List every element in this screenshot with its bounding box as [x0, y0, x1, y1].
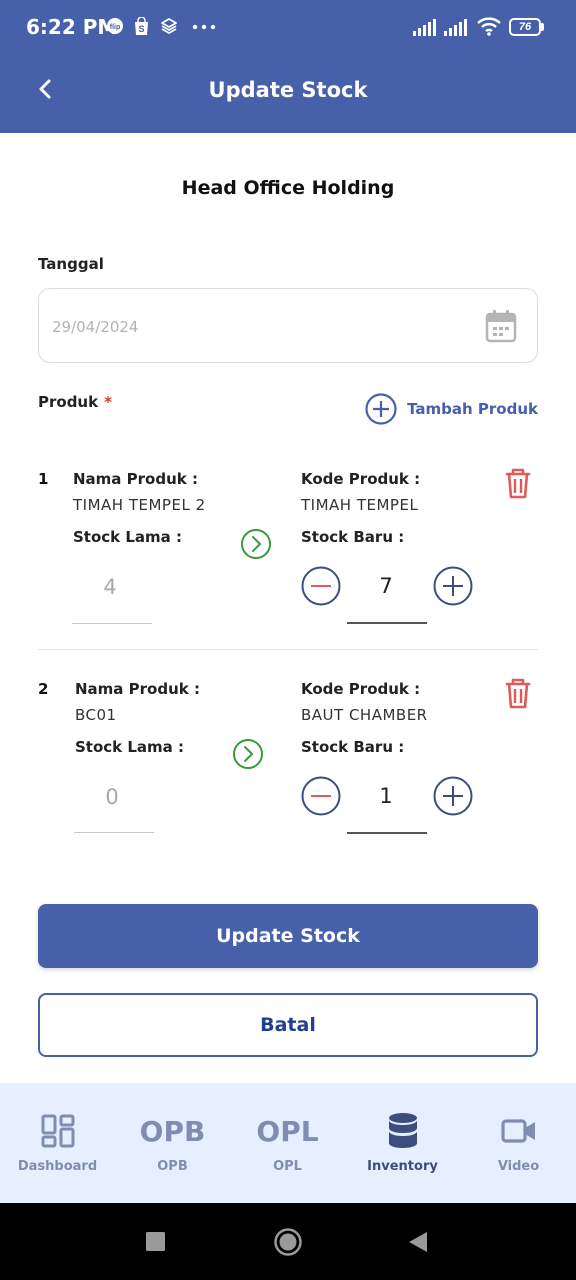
video-icon [500, 1119, 535, 1143]
nav-inventory-icon-wrap [345, 1111, 460, 1151]
name-label: Nama Produk : [75, 680, 200, 698]
nav-label: OPB [157, 1159, 188, 1174]
flip-app-icon: flip [107, 18, 123, 34]
battery-icon: 76 [509, 18, 541, 36]
nav-video[interactable]: Video [461, 1083, 576, 1203]
signal-icon [413, 19, 436, 36]
product-code: TIMAH TEMPEL [301, 496, 419, 514]
increment-button[interactable] [433, 776, 473, 816]
home-icon[interactable] [273, 1227, 303, 1257]
old-stock-label: Stock Lama : [73, 528, 183, 546]
increment-button[interactable] [433, 566, 473, 606]
nav-label: Video [497, 1159, 540, 1174]
old-stock-label: Stock Lama : [75, 738, 185, 756]
product-label: Produk * [38, 393, 112, 411]
company-name: Head Office Holding [181, 177, 395, 199]
old-stock-underline [72, 623, 152, 624]
nav-opb-icon-wrap: OPB [115, 1111, 230, 1151]
wifi-icon [477, 17, 501, 36]
chevron-right-circle-icon [233, 739, 263, 769]
more-dots-icon [192, 24, 216, 30]
item-number: 2 [38, 680, 49, 698]
status-time: 6:22 PM [26, 15, 118, 39]
nav-opb[interactable]: OPB OPB [115, 1083, 230, 1203]
new-stock-label: Stock Baru : [301, 528, 405, 546]
nav-label: Inventory [367, 1159, 438, 1174]
required-mark: * [104, 393, 112, 411]
nav-dashboard[interactable]: Dashboard [0, 1083, 115, 1203]
grid-icon [41, 1114, 74, 1148]
plus-circle-icon [365, 393, 397, 425]
product-item: 2 Nama Produk : BC01 Stock Lama : 0 Kode… [0, 675, 576, 875]
back-triangle-icon[interactable] [408, 1231, 428, 1253]
nav-dashboard-icon-wrap [0, 1111, 115, 1151]
item-divider [38, 649, 538, 650]
decrement-button[interactable] [301, 776, 341, 816]
old-stock-value: 4 [103, 575, 117, 599]
item-number: 1 [38, 470, 49, 488]
battery-tip [541, 23, 544, 31]
date-label: Tanggal [38, 255, 104, 273]
nav-opl-icon-wrap: OPL [230, 1111, 345, 1151]
new-stock-value[interactable]: 1 [346, 784, 426, 808]
nav-opl[interactable]: OPL OPL [230, 1083, 345, 1203]
product-name: BC01 [75, 706, 117, 724]
new-stock-underline [347, 832, 427, 834]
svg-text:S: S [138, 24, 144, 34]
trash-icon[interactable] [500, 675, 536, 711]
layers-icon [161, 18, 177, 34]
opb-icon: OPB [139, 1114, 206, 1148]
signal-2-icon [444, 19, 467, 36]
new-stock-label: Stock Baru : [301, 738, 405, 756]
recent-apps-icon[interactable] [146, 1232, 165, 1251]
trash-icon[interactable] [500, 465, 536, 501]
date-value: 29/04/2024 [52, 318, 139, 336]
opl-icon: OPL [256, 1114, 319, 1148]
decrement-button[interactable] [301, 566, 341, 606]
name-label: Nama Produk : [73, 470, 198, 488]
old-stock-underline [74, 832, 154, 833]
page-title: Update Stock [208, 78, 368, 102]
add-product-label: Tambah Produk [407, 400, 538, 418]
product-item: 1 Nama Produk : TIMAH TEMPEL 2 Stock Lam… [0, 465, 576, 665]
status-bar: 6:22 PM flip S 76 [0, 0, 576, 56]
calendar-icon[interactable] [485, 309, 517, 343]
nav-label: OPL [273, 1159, 302, 1174]
svg-text:flip: flip [110, 24, 121, 31]
product-name: TIMAH TEMPEL 2 [73, 496, 206, 514]
nav-label: Dashboard [17, 1159, 98, 1174]
update-stock-button[interactable]: Update Stock [38, 904, 538, 968]
add-product-button[interactable]: Tambah Produk [365, 393, 538, 425]
database-icon [388, 1113, 417, 1148]
product-code: BAUT CHAMBER [301, 706, 428, 724]
main-content: Head Office Holding Tanggal 29/04/2024 P… [0, 133, 576, 1083]
product-label-text: Produk [38, 393, 99, 411]
code-label: Kode Produk : [301, 680, 421, 698]
shop-bag-icon: S [135, 17, 148, 35]
cancel-button[interactable]: Batal [38, 993, 538, 1057]
new-stock-underline [347, 622, 427, 624]
nav-inventory[interactable]: Inventory [345, 1083, 460, 1203]
chevron-right-circle-icon [241, 529, 271, 559]
code-label: Kode Produk : [301, 470, 421, 488]
nav-video-icon-wrap [461, 1111, 576, 1151]
date-field[interactable]: 29/04/2024 [38, 288, 538, 363]
new-stock-value[interactable]: 7 [346, 574, 426, 598]
bottom-nav: Dashboard OPB OPB OPL OPL Inventory Vide… [0, 1083, 576, 1203]
system-nav-bar [0, 1203, 576, 1280]
app-header: 6:22 PM flip S 76 Update Stock [0, 0, 576, 133]
old-stock-value: 0 [105, 785, 119, 809]
